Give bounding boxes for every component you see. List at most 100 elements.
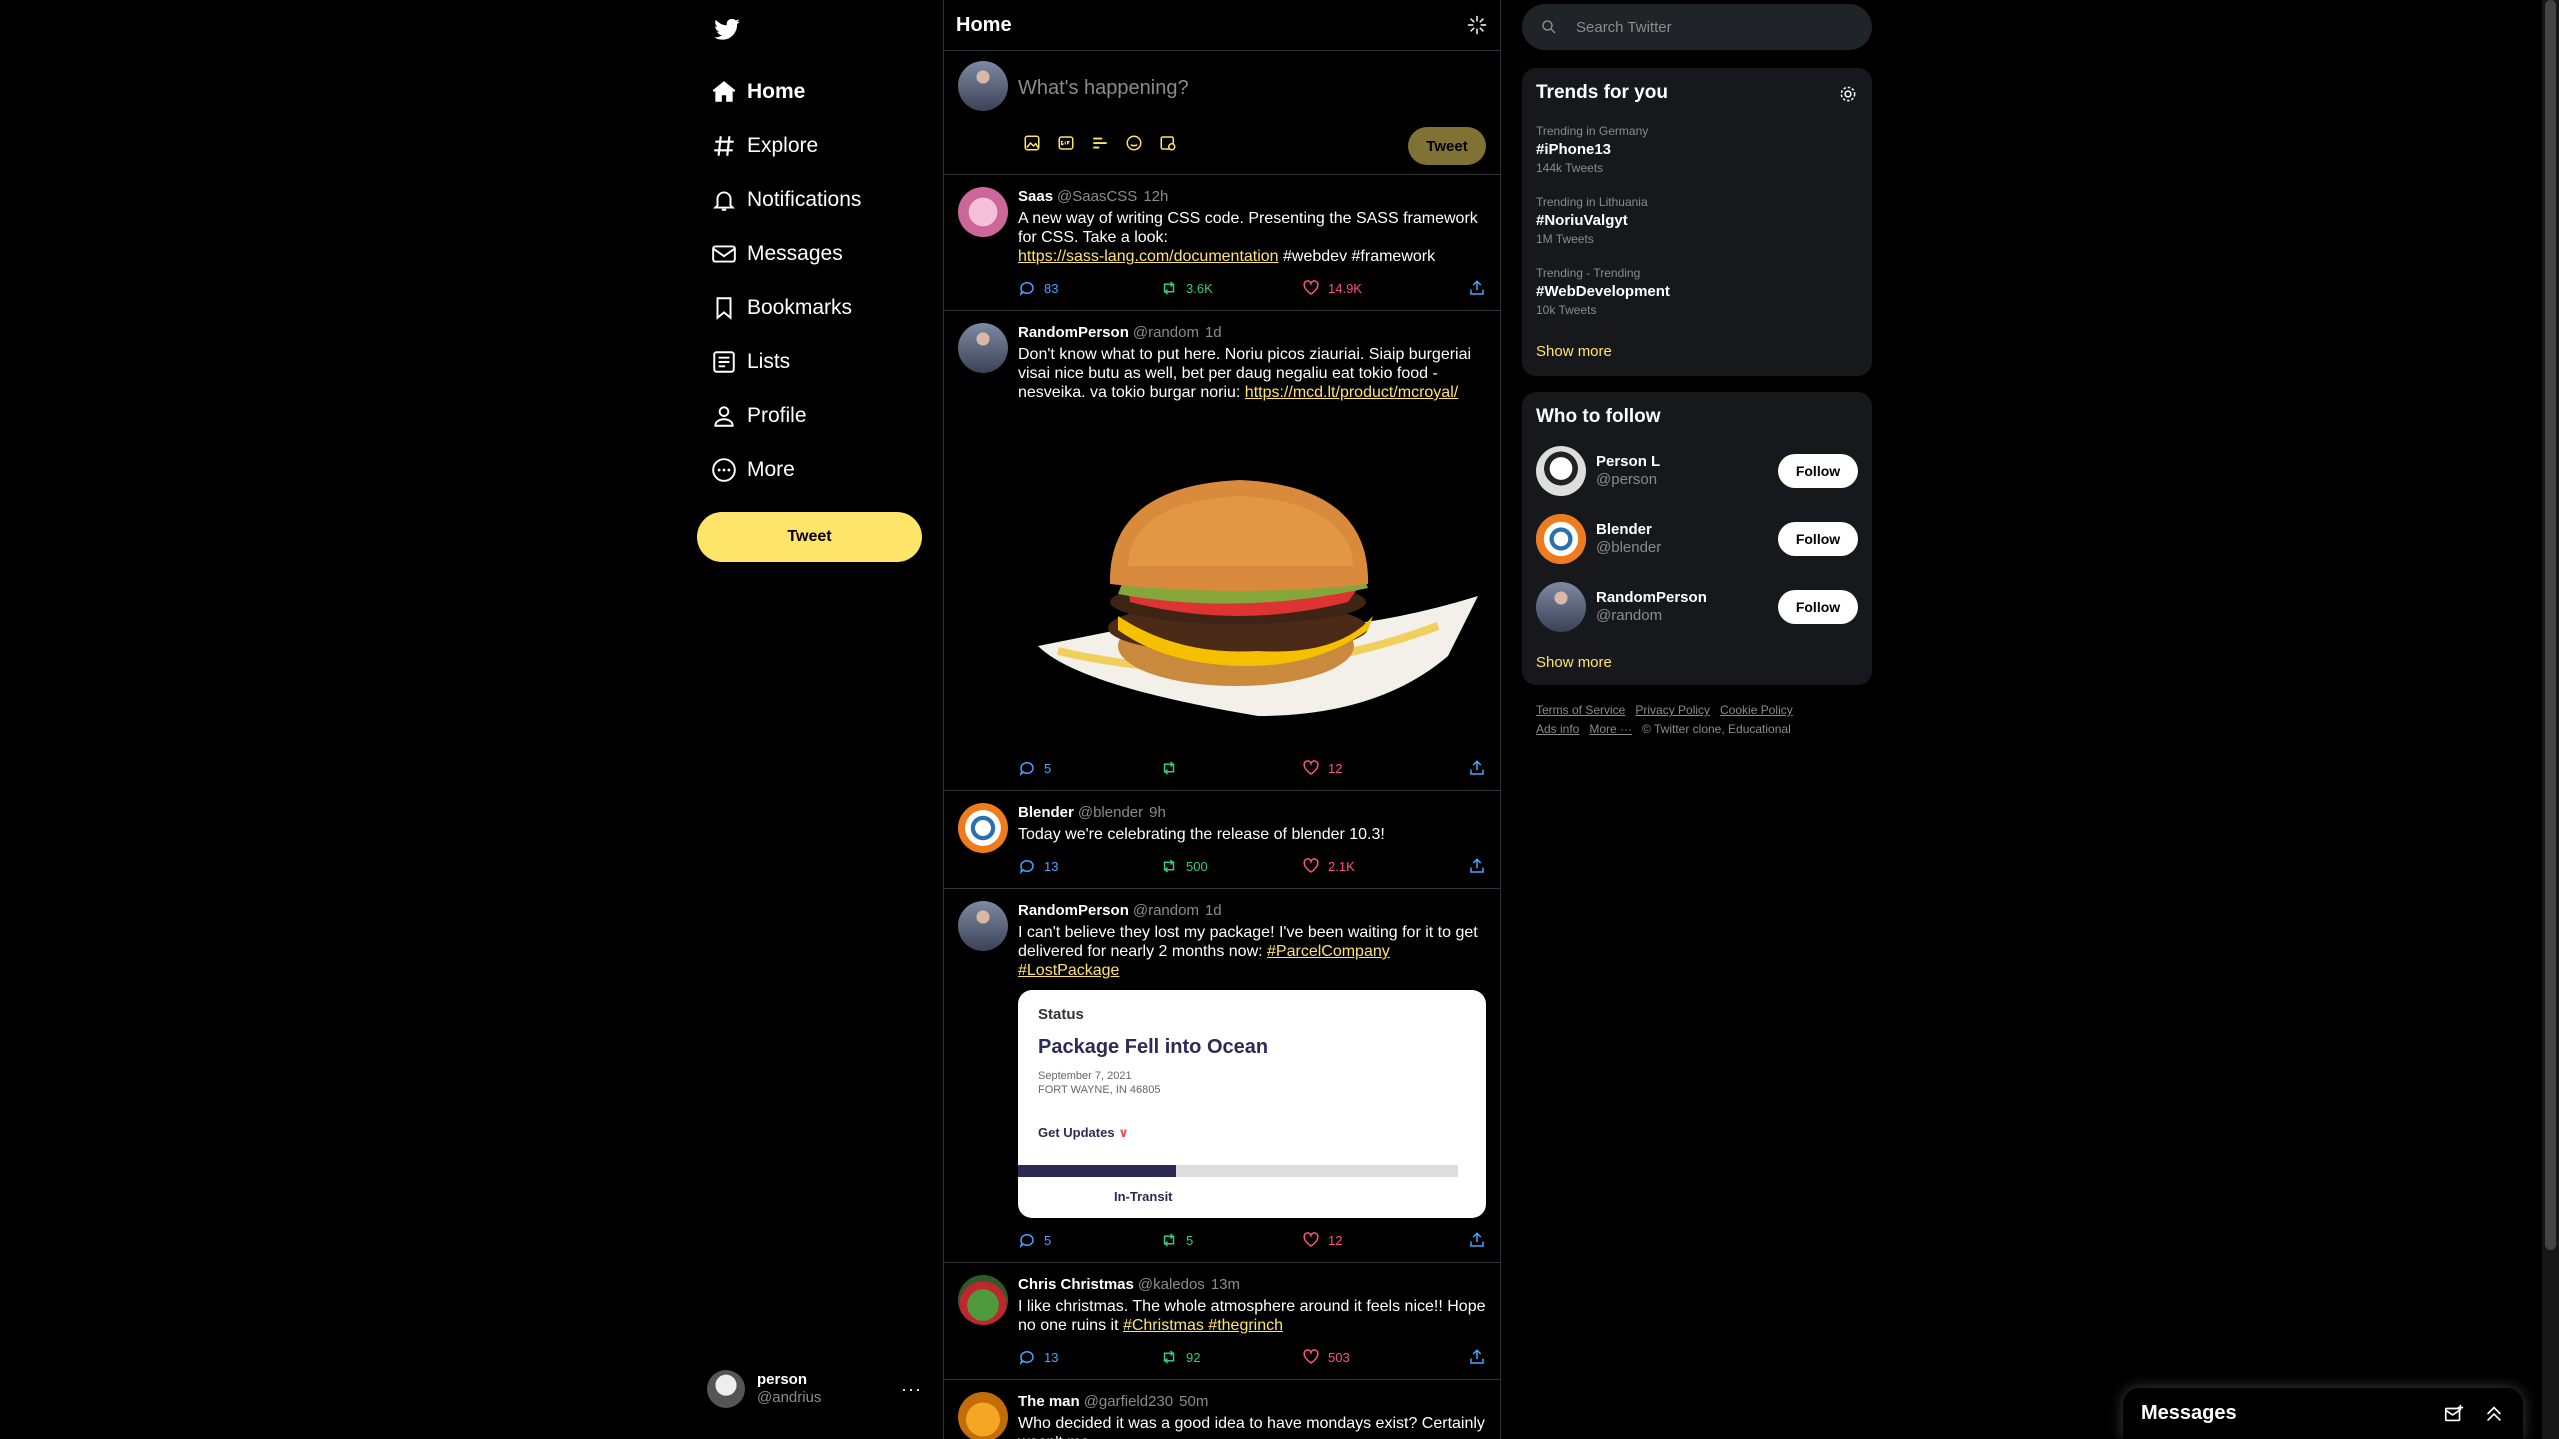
tweet-handle: @random — [1132, 324, 1199, 341]
share-icon[interactable] — [1468, 857, 1486, 875]
home-icon — [712, 81, 736, 102]
footer-link-privacy[interactable]: Privacy Policy — [1635, 703, 1710, 717]
reply-button[interactable]: 13 — [1018, 1348, 1160, 1366]
follow-show-more[interactable]: Show more — [1536, 654, 1858, 671]
footer-link-ads[interactable]: Ads info — [1536, 722, 1579, 736]
tweet-actions: 5 5 12 — [1018, 1230, 1486, 1250]
follow-button[interactable]: Follow — [1778, 590, 1858, 624]
retweet-button[interactable] — [1160, 759, 1302, 777]
nav-bookmarks[interactable]: Bookmarks — [711, 288, 852, 328]
search-icon — [1542, 20, 1556, 34]
tweet[interactable]: Saas @SaasCSS 12h A new way of writing CSS… — [944, 175, 1500, 311]
compose-input[interactable]: What's happening? — [1018, 77, 1189, 100]
tweet-actions: 83 3.6K 14.9K — [1018, 278, 1486, 298]
account-handle: @andrius — [757, 1389, 822, 1406]
tweet-author[interactable]: RandomPerson — [1018, 324, 1129, 341]
tweet-author[interactable]: RandomPerson — [1018, 902, 1129, 919]
like-button[interactable]: 12 — [1302, 1231, 1444, 1249]
share-icon[interactable] — [1468, 1231, 1486, 1249]
nav-lists[interactable]: Lists — [711, 342, 790, 382]
card-updates-label: Get Updates — [1038, 1125, 1115, 1140]
chevron-up-icon[interactable] — [2483, 1403, 2505, 1425]
share-icon[interactable] — [1468, 279, 1486, 297]
like-button[interactable]: 12 — [1302, 759, 1444, 777]
follow-suggestion[interactable]: RandomPerson @random Follow — [1536, 582, 1858, 632]
avatar — [958, 61, 1008, 111]
tweet[interactable]: The man @garfield230 50m Who decided it wa… — [944, 1380, 1500, 1439]
tweet[interactable]: RandomPerson @random 1d I can't believe th… — [944, 889, 1500, 1263]
trend-item[interactable]: Trending - Trending #WebDevelopment 10k … — [1536, 266, 1858, 317]
tweet-author[interactable]: Blender — [1018, 804, 1074, 821]
follow-button[interactable]: Follow — [1778, 454, 1858, 488]
tweet-link[interactable]: https://sass-lang.com/documentation — [1018, 248, 1279, 265]
footer-link-cookie[interactable]: Cookie Policy — [1720, 703, 1793, 717]
retweet-button[interactable]: 92 — [1160, 1348, 1302, 1366]
burger-image — [1038, 480, 1478, 716]
nav-messages[interactable]: Messages — [711, 234, 843, 274]
nav-notifications[interactable]: Notifications — [711, 180, 861, 220]
compose-tweet-button[interactable]: Tweet — [1408, 127, 1486, 165]
reply-button[interactable]: 13 — [1018, 857, 1160, 875]
retweet-button[interactable]: 3.6K — [1160, 279, 1302, 297]
trends-show-more[interactable]: Show more — [1536, 343, 1858, 360]
like-count: 503 — [1328, 1349, 1350, 1365]
tweet-image[interactable] — [1018, 416, 1486, 746]
tweet[interactable]: RandomPerson @random 1d Don't know what to… — [944, 311, 1500, 791]
tweet[interactable]: Blender @blender 9h Today we're celebratin… — [944, 791, 1500, 889]
tweet-time: 1d — [1204, 324, 1222, 341]
trend-item[interactable]: Trending in Germany #iPhone13 144k Tweet… — [1536, 124, 1858, 175]
emoji-icon[interactable] — [1124, 133, 1144, 153]
trend-tag: #NoriuValgyt — [1536, 212, 1628, 229]
nav-profile[interactable]: Profile — [711, 396, 807, 436]
like-button[interactable]: 503 — [1302, 1348, 1444, 1366]
avatar — [958, 803, 1008, 853]
gif-icon[interactable] — [1056, 133, 1076, 153]
trends-panel: Trends for you Trending in Germany #iPho… — [1522, 68, 1872, 376]
tweet-author[interactable]: Chris Christmas — [1018, 1276, 1134, 1293]
retweet-button[interactable]: 500 — [1160, 857, 1302, 875]
footer-link-more[interactable]: More ··· — [1589, 722, 1632, 736]
account-switcher[interactable]: person @andrius ··· — [707, 1370, 922, 1408]
more-dots-icon[interactable]: ··· — [901, 1379, 922, 1400]
card-state: In-Transit — [1114, 1189, 1173, 1204]
footer-link-terms[interactable]: Terms of Service — [1536, 703, 1625, 717]
tweet-text-main: A new way of writing CSS code. Presentin… — [1018, 210, 1478, 246]
like-button[interactable]: 2.1K — [1302, 857, 1444, 875]
gear-icon[interactable] — [1838, 84, 1858, 104]
nav-more[interactable]: More — [711, 450, 795, 490]
like-button[interactable]: 14.9K — [1302, 279, 1444, 297]
nav-explore[interactable]: Explore — [711, 126, 818, 166]
poll-icon[interactable] — [1090, 133, 1110, 153]
reply-button[interactable]: 83 — [1018, 279, 1160, 297]
follow-button[interactable]: Follow — [1778, 522, 1858, 556]
tweet-link[interactable]: https://mcd.lt/product/mcroyal/ — [1245, 384, 1458, 401]
new-message-icon[interactable] — [2443, 1403, 2465, 1425]
reply-button[interactable]: 5 — [1018, 759, 1160, 777]
tweet-author[interactable]: The man — [1018, 1393, 1080, 1410]
messages-drawer[interactable]: Messages — [2123, 1388, 2523, 1439]
twitter-logo-icon[interactable] — [711, 16, 743, 44]
follow-suggestion[interactable]: Blender @blender Follow — [1536, 514, 1858, 564]
follow-suggestion[interactable]: Person L @person Follow — [1536, 446, 1858, 496]
tweet[interactable]: Chris Christmas @kaledos 13m I like christ… — [944, 1263, 1500, 1380]
tweet-tags[interactable]: #Christmas #thegrinch — [1123, 1317, 1283, 1334]
image-icon[interactable] — [1022, 133, 1042, 153]
scrollbar-thumb[interactable] — [2545, 0, 2556, 1250]
trend-item[interactable]: Trending in Lithuania #NoriuValgyt 1M Tw… — [1536, 195, 1858, 246]
scrollbar[interactable] — [2542, 0, 2559, 1439]
right-sidebar: Search Twitter Trends for you Trending i… — [1522, 0, 1872, 739]
search-input[interactable]: Search Twitter — [1522, 4, 1872, 50]
schedule-icon[interactable] — [1158, 133, 1178, 153]
list-icon — [713, 351, 735, 373]
timeline-header: Home — [944, 0, 1500, 51]
nav-home[interactable]: Home — [711, 72, 805, 112]
tweet-author[interactable]: Saas — [1018, 188, 1053, 205]
trend-context: Trending in Lithuania — [1536, 195, 1648, 209]
reply-button[interactable]: 5 — [1018, 1231, 1160, 1249]
tweet-image[interactable]: Status Package Fell into Ocean September… — [1018, 990, 1486, 1218]
sparkle-icon[interactable] — [1466, 14, 1488, 36]
sidebar-tweet-button[interactable]: Tweet — [697, 512, 922, 562]
retweet-button[interactable]: 5 — [1160, 1231, 1302, 1249]
share-icon[interactable] — [1468, 759, 1486, 777]
share-icon[interactable] — [1468, 1348, 1486, 1366]
